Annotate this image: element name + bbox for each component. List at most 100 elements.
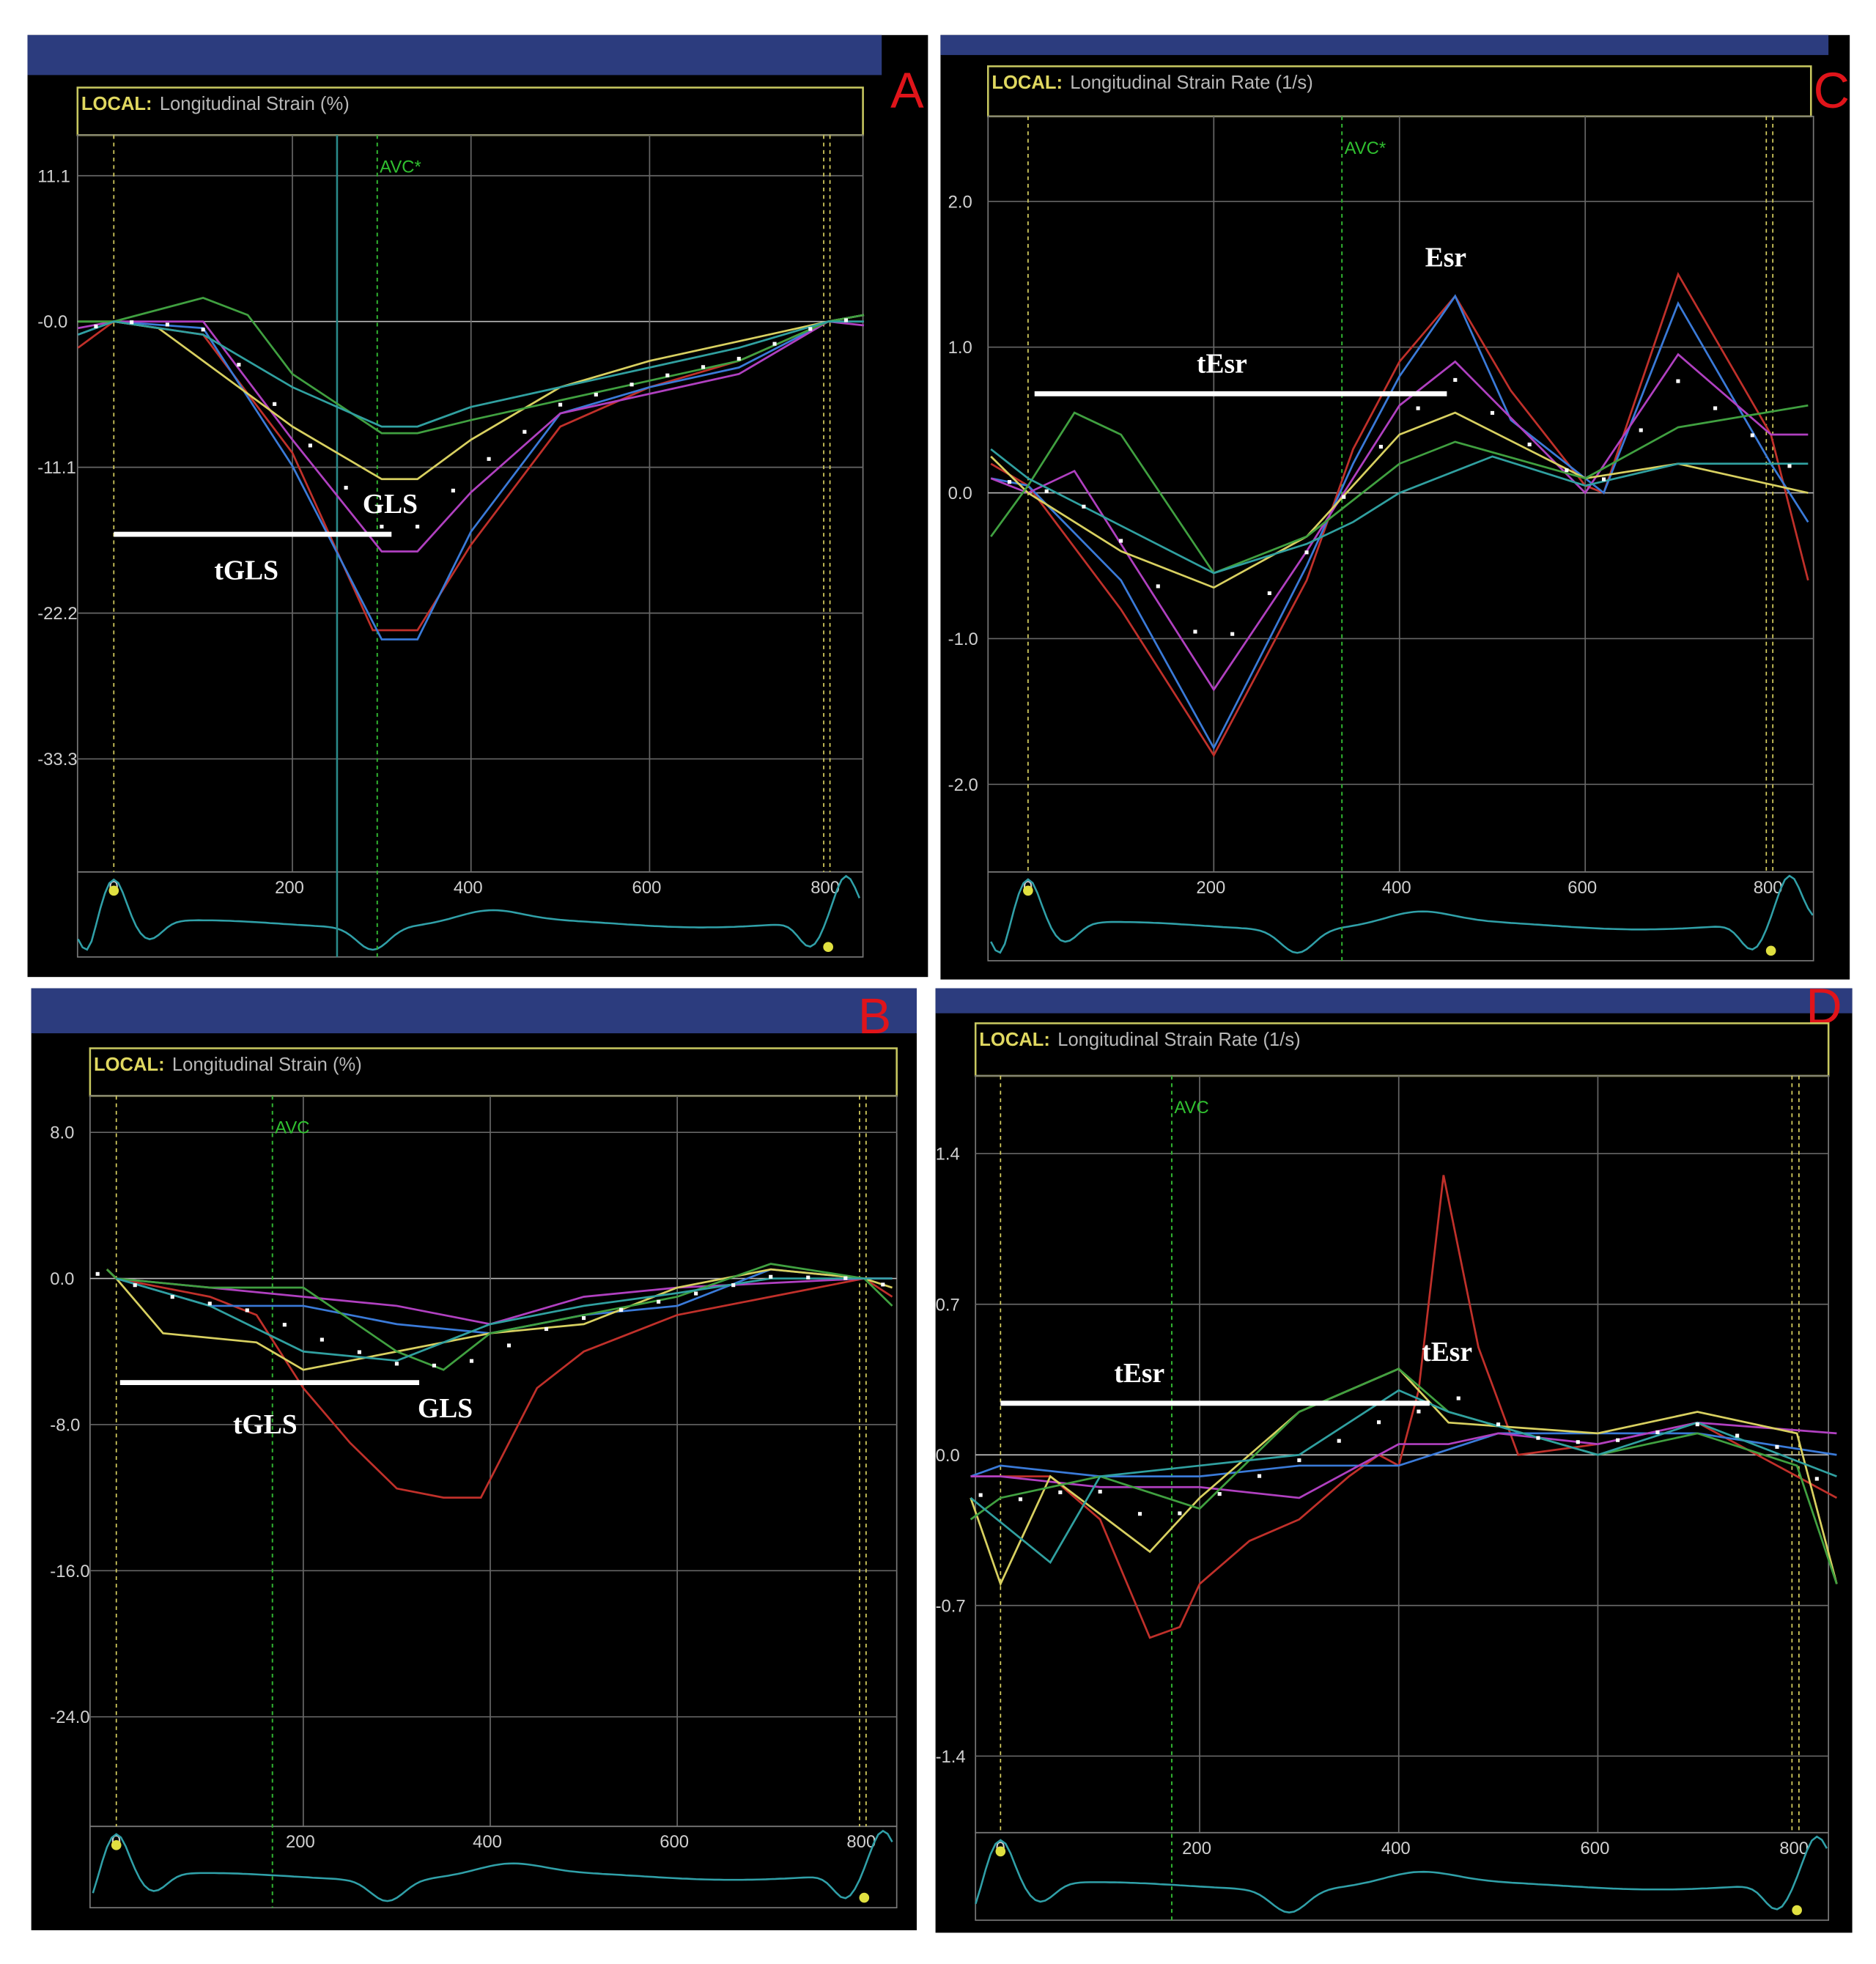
title-text: Longitudinal Strain (%) [172, 1055, 362, 1075]
y-tick-label: -1.4 [936, 1747, 966, 1767]
x-tick-label: 400 [1382, 878, 1411, 898]
average-point [522, 429, 527, 434]
average-point [881, 1282, 885, 1287]
average-point [582, 1315, 586, 1321]
y-tick-label: -22.2 [37, 604, 77, 624]
average-point [344, 485, 348, 490]
average-point [558, 402, 563, 407]
average-point [1044, 489, 1049, 493]
title-prefix: LOCAL: [94, 1055, 165, 1075]
chart-title: LOCAL: Longitudinal Strain Rate (1/s) [991, 73, 1312, 93]
y-tick-label: -24.0 [50, 1708, 89, 1727]
title-prefix: LOCAL: [81, 94, 152, 114]
average-point [1297, 1458, 1301, 1463]
average-point [130, 320, 134, 325]
average-point [843, 1276, 848, 1280]
average-point [1007, 480, 1012, 484]
average-point [1119, 539, 1123, 543]
x-tick-label: 600 [1567, 878, 1597, 898]
ecg-marker-end [859, 1892, 870, 1903]
average-point [1417, 1409, 1421, 1414]
average-point [808, 327, 813, 331]
average-point [629, 383, 634, 387]
average-point [380, 525, 384, 529]
average-point [1058, 1490, 1063, 1494]
average-point [201, 328, 205, 332]
average-point [207, 1302, 212, 1306]
x-tick-label: 600 [632, 878, 662, 898]
y-tick-label: 11.1 [37, 166, 70, 186]
annotation-label: GLS [363, 490, 418, 520]
average-point [1098, 1489, 1102, 1494]
average-point [731, 1283, 736, 1288]
average-point [1257, 1474, 1262, 1478]
average-point [1453, 377, 1458, 382]
average-point [1082, 504, 1086, 509]
average-point [1616, 1438, 1620, 1442]
y-tick-label: 1.0 [948, 338, 972, 358]
average-point [1490, 410, 1495, 415]
x-tick-label: 400 [1381, 1839, 1411, 1858]
average-point [245, 1308, 249, 1313]
average-point [1377, 1420, 1381, 1425]
average-point [1713, 406, 1718, 410]
average-point [1267, 591, 1271, 596]
y-tick-label: 0.0 [50, 1269, 74, 1289]
panel-letter: D [1806, 978, 1842, 1034]
average-point [1576, 1440, 1580, 1444]
chart-title: LOCAL: Longitudinal Strain Rate (1/s) [979, 1030, 1300, 1050]
header-strip [27, 34, 882, 75]
average-point [1527, 442, 1532, 447]
avc-label: AVC [275, 1118, 309, 1138]
chart-title: LOCAL: Longitudinal Strain (%) [94, 1055, 362, 1075]
average-point [1217, 1492, 1222, 1496]
x-tick-label: 600 [1581, 1839, 1610, 1858]
average-point [619, 1307, 624, 1312]
title-text: Longitudinal Strain Rate (1/s) [1057, 1030, 1300, 1050]
average-point [594, 392, 598, 397]
annotation-label: tEsr [1114, 1359, 1164, 1389]
ecg-marker-end [823, 942, 833, 953]
y-tick-label: -0.7 [936, 1596, 966, 1616]
average-point [694, 1291, 698, 1296]
average-point [1342, 495, 1346, 499]
x-tick-label: 200 [1196, 878, 1225, 898]
annotation-label: tGLS [233, 1410, 298, 1440]
average-point [320, 1337, 324, 1342]
y-tick-label: 2.0 [948, 192, 972, 212]
x-tick-label: 400 [473, 1832, 502, 1852]
average-point [95, 1271, 100, 1276]
average-point [1456, 1396, 1460, 1400]
avc-label: AVC* [380, 158, 421, 177]
header-strip [935, 988, 1853, 1014]
panel-d: D LOCAL: Longitudinal Strain Rate (1/s) 1.4… [935, 978, 1853, 1933]
panel-background [31, 988, 917, 1930]
average-point [665, 373, 670, 377]
x-tick-label: 600 [660, 1832, 689, 1852]
average-point [1496, 1422, 1501, 1427]
ecg-marker-start [1023, 885, 1033, 896]
y-tick-label: 0.0 [948, 484, 972, 503]
x-tick-label: 200 [286, 1832, 315, 1852]
average-point [1676, 379, 1680, 383]
panel-letter: B [858, 989, 892, 1044]
average-point [1230, 632, 1235, 636]
average-point [701, 365, 706, 369]
average-point [806, 1275, 810, 1280]
title-prefix: LOCAL: [979, 1030, 1050, 1050]
average-point [769, 1274, 773, 1279]
x-tick-label: 400 [454, 878, 483, 898]
average-point [1156, 584, 1160, 588]
average-point [1193, 630, 1197, 634]
average-point [1018, 1497, 1023, 1502]
panel-c: C LOCAL: Longitudinal Strain Rate (1/s) 2.0… [940, 34, 1850, 980]
annotation-label: Esr [1425, 243, 1466, 273]
average-point [1775, 1444, 1779, 1449]
average-point [133, 1283, 137, 1288]
average-point [416, 525, 420, 529]
header-strip [31, 988, 917, 1033]
y-tick-label: -1.0 [948, 630, 978, 649]
average-point [1378, 445, 1383, 449]
y-tick-label: 0.0 [936, 1446, 960, 1466]
average-point [1787, 464, 1792, 468]
